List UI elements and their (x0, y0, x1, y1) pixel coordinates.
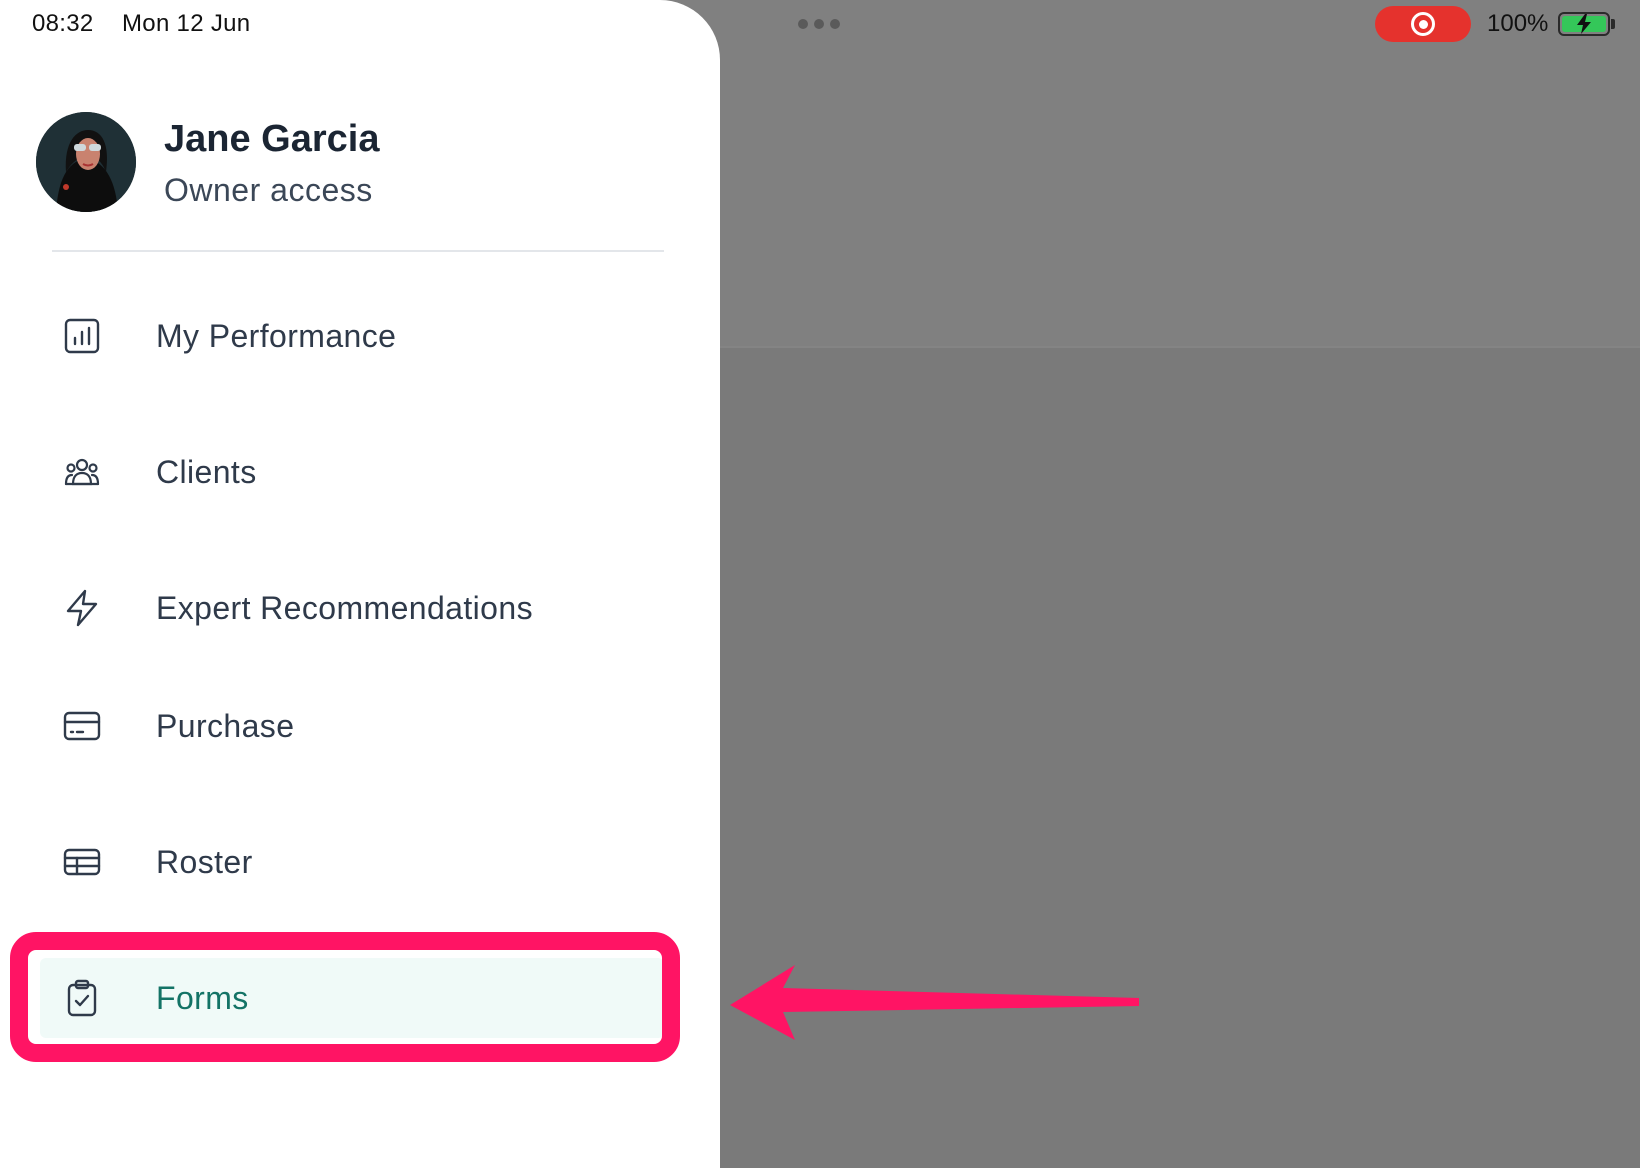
battery-percentage: 100% (1487, 10, 1549, 37)
menu-label: Roster (156, 843, 253, 880)
menu-item-expert-recommendations[interactable]: Expert Recommendations (40, 568, 664, 648)
screen-recording-indicator[interactable] (1375, 6, 1471, 42)
battery-cap (1611, 19, 1615, 29)
menu-item-my-performance[interactable]: My Performance (40, 296, 664, 376)
dot (814, 19, 824, 29)
lightning-icon (62, 588, 102, 628)
avatar-photo (36, 112, 136, 212)
menu-label: Purchase (156, 707, 295, 744)
menu-item-clients[interactable]: Clients (40, 432, 664, 512)
charging-bolt-icon (1577, 14, 1591, 34)
dot (830, 19, 840, 29)
menu-item-purchase[interactable]: Purchase (40, 686, 664, 766)
status-time: 08:32 (32, 10, 94, 37)
record-icon (1411, 12, 1435, 36)
bar-chart-icon (62, 316, 102, 356)
annotation-highlight-box (10, 932, 680, 1062)
annotation-arrow-icon (730, 965, 1139, 1040)
avatar[interactable] (36, 112, 136, 212)
credit-card-icon (62, 706, 102, 746)
profile-name: Jane Garcia (164, 118, 380, 160)
menu-label: Clients (156, 453, 257, 490)
profile-role: Owner access (164, 172, 373, 208)
battery-icon (1558, 12, 1610, 36)
divider (52, 250, 664, 252)
users-icon (62, 452, 102, 492)
menu-item-roster[interactable]: Roster (40, 822, 664, 902)
dot (798, 19, 808, 29)
menu-label: Expert Recommendations (156, 589, 533, 626)
table-icon (62, 842, 102, 882)
status-date: Mon 12 Jun (122, 10, 251, 37)
menu-label: My Performance (156, 317, 397, 354)
multitasking-dots[interactable] (798, 19, 840, 29)
